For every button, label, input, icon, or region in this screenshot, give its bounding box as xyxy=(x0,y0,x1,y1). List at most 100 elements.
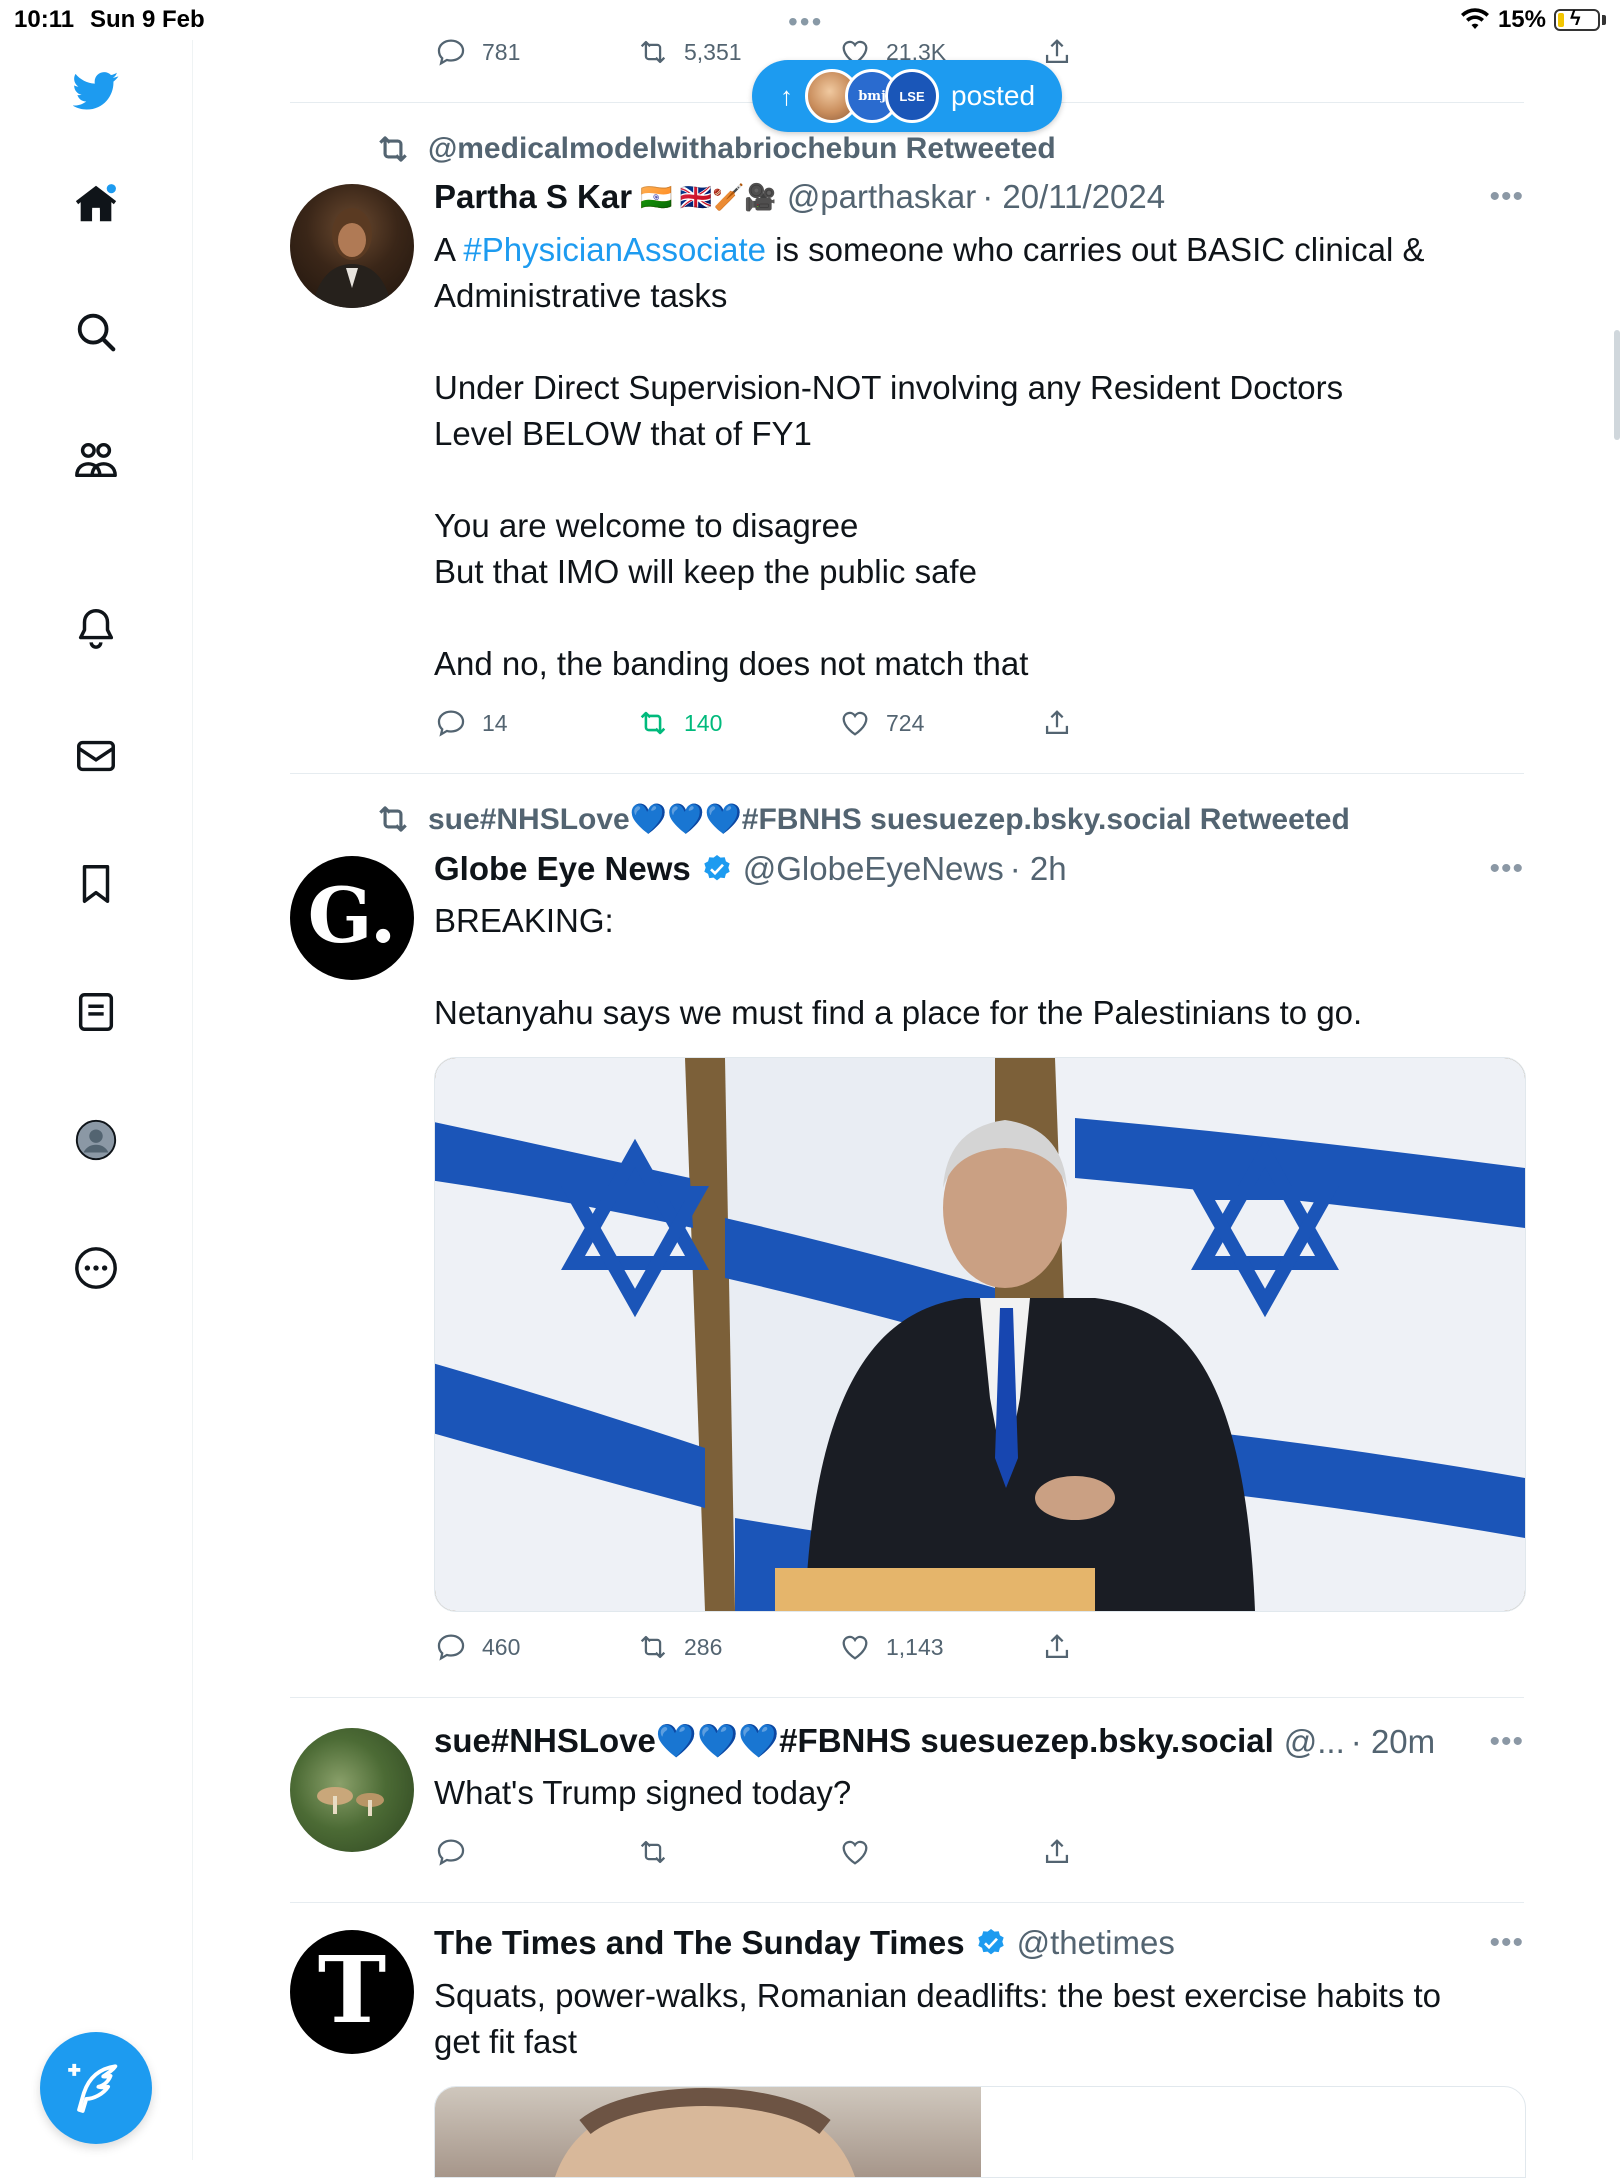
avatar[interactable]: G. xyxy=(290,856,414,980)
author-name[interactable]: The Times and The Sunday Times xyxy=(434,1924,965,1962)
retweet-count: 286 xyxy=(684,1633,723,1660)
retweet-icon xyxy=(640,40,666,64)
like-count: 724 xyxy=(886,709,925,736)
like-count: 1,143 xyxy=(886,1633,944,1660)
author-handle[interactable]: @GlobeEyeNews xyxy=(743,850,1004,888)
more-options-icon[interactable]: ••• xyxy=(1489,1725,1524,1759)
author-name[interactable]: Partha S Kar xyxy=(434,178,632,216)
retweeted-by[interactable]: sue#NHSLove💙💙💙#FBNHS suesuezep.bsky.soci… xyxy=(374,800,1350,838)
share-icon xyxy=(1045,1839,1069,1864)
name-emojis: 🇮🇳 🇬🇧🏏🎥 xyxy=(640,181,777,212)
retweet-icon xyxy=(379,806,407,832)
tweet-photo[interactable] xyxy=(434,1057,1526,1612)
bookmark-icon[interactable] xyxy=(70,858,122,910)
author-handle[interactable]: @... xyxy=(1284,1723,1345,1761)
retweet-count: 140 xyxy=(684,709,723,736)
verified-icon xyxy=(704,855,730,881)
retweeted-by-label: sue#NHSLove💙💙💙#FBNHS suesuezep.bsky.soci… xyxy=(428,802,1350,836)
like-button[interactable]: 724 xyxy=(838,706,1040,740)
reply-icon xyxy=(437,1839,465,1866)
retweet-icon xyxy=(640,1635,666,1659)
like-button[interactable] xyxy=(838,1835,1040,1869)
avatar-letter: G. xyxy=(307,870,397,960)
retweet-icon xyxy=(640,1840,666,1864)
compose-button[interactable] xyxy=(40,2032,152,2144)
communities-icon[interactable] xyxy=(70,434,122,486)
tweet-text: What's Trump signed today? xyxy=(434,1774,852,1811)
share-button[interactable] xyxy=(1040,35,1242,69)
retweet-icon xyxy=(640,711,666,735)
scrollbar[interactable] xyxy=(1614,330,1620,440)
more-options-icon[interactable]: ••• xyxy=(1489,180,1524,214)
hashtag-link[interactable]: #PhysicianAssociate xyxy=(463,231,766,268)
avatar[interactable]: T xyxy=(290,1930,414,2054)
search-icon[interactable] xyxy=(70,306,122,358)
timeline: 781 5,351 21.3K @medicalmodelwithabrioch… xyxy=(290,0,1526,2178)
reply-button[interactable]: 781 xyxy=(434,35,636,69)
lists-icon[interactable] xyxy=(70,986,122,1038)
retweet-button[interactable]: 286 xyxy=(636,1630,838,1664)
avatar: LSE xyxy=(885,69,939,123)
share-icon xyxy=(1045,39,1069,64)
author-name[interactable]: sue#NHSLove💙💙💙#FBNHS suesuezep.bsky.soci… xyxy=(434,1722,1274,1761)
mail-icon[interactable] xyxy=(70,730,122,782)
avatar[interactable] xyxy=(290,1728,414,1852)
reply-count: 14 xyxy=(482,709,508,736)
retweeted-by-label: @medicalmodelwithabriochebun Retweeted xyxy=(428,132,1056,165)
author-handle[interactable]: @parthaskar xyxy=(787,178,976,216)
heart-icon xyxy=(842,711,868,736)
more-icon[interactable] xyxy=(70,1242,122,1294)
heart-icon xyxy=(842,1840,868,1865)
twitter-bird-icon[interactable] xyxy=(70,64,122,116)
avatar[interactable] xyxy=(290,184,414,308)
tweet-header: Globe Eye News @GlobeEyeNews · 2h ••• xyxy=(434,850,1524,888)
avatar-letter: T xyxy=(317,1936,387,2044)
tweet-header: The Times and The Sunday Times @thetimes… xyxy=(434,1924,1524,1962)
status-time: 10:11 xyxy=(14,6,75,33)
tweet-text: BREAKING: Netanyahu says we must find a … xyxy=(434,902,1363,1031)
tweet-text: Squats, power-walks, Romanian deadlifts:… xyxy=(434,1977,1442,2060)
share-icon xyxy=(1045,1634,1069,1659)
new-posts-pill[interactable]: ↑ bmj LSE posted xyxy=(752,60,1062,132)
tweet-time[interactable]: · 20/11/2024 xyxy=(982,178,1165,216)
action-row: 460 286 1,143 xyxy=(434,1627,1242,1667)
sidebar xyxy=(0,40,193,2160)
share-button[interactable] xyxy=(1040,1630,1242,1664)
verified-icon xyxy=(977,1929,1004,1955)
divider xyxy=(290,1697,1524,1698)
profile-icon[interactable] xyxy=(70,1114,122,1166)
retweet-button[interactable] xyxy=(636,1835,838,1869)
share-button[interactable] xyxy=(1040,706,1242,740)
divider xyxy=(290,1902,1524,1903)
link-card-image xyxy=(435,2087,981,2177)
tweet-time[interactable]: · 2h xyxy=(1010,850,1067,888)
share-button[interactable] xyxy=(1040,1835,1242,1869)
link-card[interactable] xyxy=(434,2086,1526,2178)
heart-icon xyxy=(842,1635,868,1660)
compose-feather-icon xyxy=(68,2063,118,2113)
bell-icon[interactable] xyxy=(70,602,122,654)
reply-button[interactable]: 14 xyxy=(434,706,636,740)
reply-button[interactable] xyxy=(434,1835,636,1869)
retweet-button[interactable]: 140 xyxy=(636,706,838,740)
tweet-text: A #PhysicianAssociate is someone who car… xyxy=(434,231,1425,682)
more-options-icon[interactable]: ••• xyxy=(1489,852,1524,886)
reply-button[interactable]: 460 xyxy=(434,1630,636,1664)
divider xyxy=(290,773,1524,774)
home-icon[interactable] xyxy=(70,178,122,230)
author-handle[interactable]: @thetimes xyxy=(1017,1924,1175,1962)
tweet-header: Partha S Kar 🇮🇳 🇬🇧🏏🎥 @parthaskar · 20/11… xyxy=(434,178,1524,216)
like-button[interactable]: 1,143 xyxy=(838,1630,1040,1664)
new-posts-label: posted xyxy=(951,80,1036,111)
retweeted-by[interactable]: @medicalmodelwithabriochebun Retweeted xyxy=(374,130,1056,168)
reply-count: 460 xyxy=(482,1633,521,1660)
retweet-icon xyxy=(379,136,407,162)
reply-icon xyxy=(437,39,465,66)
tweet-time[interactable]: · 20m xyxy=(1351,1723,1435,1761)
status-date: Sun 9 Feb xyxy=(90,6,205,33)
more-options-icon[interactable]: ••• xyxy=(1489,1926,1524,1960)
reply-count: 781 xyxy=(482,38,521,65)
tweet-header: sue#NHSLove💙💙💙#FBNHS suesuezep.bsky.soci… xyxy=(434,1722,1524,1761)
author-name[interactable]: Globe Eye News xyxy=(434,850,691,888)
reply-icon xyxy=(437,710,465,737)
